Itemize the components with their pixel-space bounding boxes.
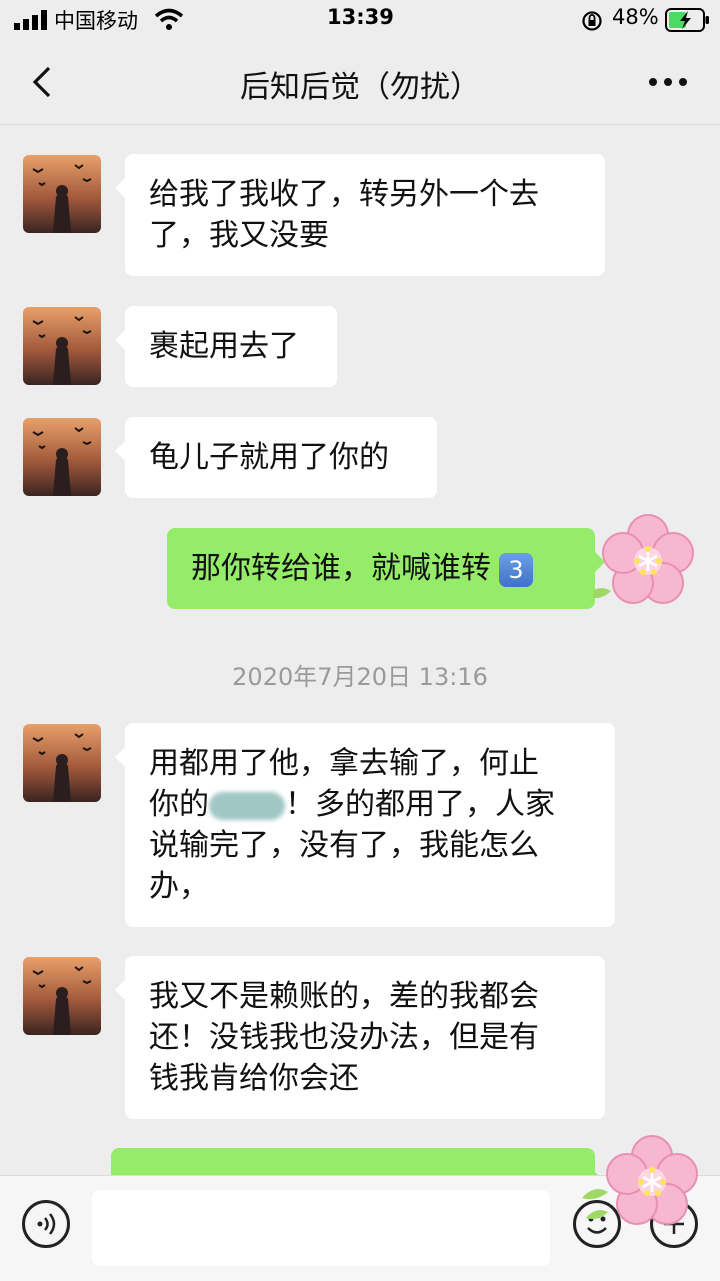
number-badge: 3 bbox=[499, 552, 533, 587]
flower-decoration bbox=[580, 1126, 700, 1240]
flower-avatar[interactable] bbox=[587, 505, 703, 619]
message-bubble[interactable]: 我又不是赖账的，差的我都会 还！没钱我也没办法，但是有 钱我肯给你会还 bbox=[115, 956, 605, 1119]
input-bar bbox=[0, 1135, 720, 1281]
message-text: 给我了我收了，转另外一个去 bbox=[149, 177, 539, 212]
more-dots-icon bbox=[649, 78, 687, 86]
battery-charging-icon bbox=[665, 8, 709, 32]
message-text: 了，我又没要 bbox=[149, 218, 329, 253]
chat-title: 后知后觉（勿扰） bbox=[240, 70, 480, 105]
message-bubble[interactable]: 给我了我收了，转另外一个去 了，我又没要 bbox=[115, 154, 605, 276]
message-text: 说输完了，没有了，我能怎么 bbox=[149, 828, 539, 863]
voice-icon bbox=[37, 1213, 56, 1235]
message-text: 你的 bbox=[149, 787, 209, 822]
status-bar: 中国移动 13:39 48% bbox=[0, 0, 720, 40]
message-text: 办， bbox=[149, 869, 209, 904]
message-bubble-self[interactable] bbox=[111, 1148, 605, 1175]
signal-icon bbox=[14, 10, 47, 30]
clock: 13:39 bbox=[327, 5, 394, 29]
message-text: 我又不是赖账的，差的我都会 bbox=[149, 979, 539, 1014]
contact-avatar[interactable] bbox=[23, 307, 101, 385]
message-text: 裹起用去了 bbox=[149, 329, 299, 364]
message-bubble[interactable]: 裹起用去了 bbox=[115, 306, 337, 387]
wifi-icon bbox=[154, 8, 184, 30]
message-text: 还！没钱我也没办法，但是有 bbox=[149, 1020, 539, 1055]
message-text: 那你转给谁，就喊谁转 bbox=[191, 551, 491, 586]
message-text: 用都用了他，拿去输了，何止 bbox=[149, 746, 539, 781]
contact-avatar[interactable] bbox=[23, 418, 101, 496]
chat-timestamp: 2020年7月20日 13:16 bbox=[232, 663, 488, 691]
message-bubble-self[interactable]: 那你转给谁，就喊谁转 3 bbox=[167, 528, 605, 609]
message-list[interactable]: 给我了我收了，转另外一个去 了，我又没要 裹起用去了 龟儿子就用了你的 那你转给… bbox=[0, 125, 720, 1175]
contact-avatar[interactable] bbox=[23, 155, 101, 233]
more-button[interactable] bbox=[644, 64, 692, 100]
message-text: ！多的都用了，人家 bbox=[285, 787, 555, 822]
battery-percent: 48% bbox=[612, 5, 659, 29]
chat-header: 后知后觉（勿扰） bbox=[0, 40, 720, 125]
message-text: 龟儿子就用了你的 bbox=[149, 440, 389, 475]
carrier-label: 中国移动 bbox=[54, 9, 138, 33]
message-text: 钱我肯给你会还 bbox=[149, 1061, 359, 1096]
contact-avatar[interactable] bbox=[23, 724, 101, 802]
contact-avatar[interactable] bbox=[23, 957, 101, 1035]
voice-button[interactable] bbox=[22, 1200, 70, 1248]
message-input[interactable] bbox=[92, 1190, 550, 1266]
message-bubble[interactable]: 龟儿子就用了你的 bbox=[115, 417, 437, 498]
rotation-lock-icon bbox=[582, 11, 602, 31]
message-bubble[interactable]: 用都用了他，拿去输了，何止 你的 ！多的都用了，人家 说输完了，没有了，我能怎么 … bbox=[115, 723, 615, 927]
redacted-blur bbox=[209, 791, 285, 820]
